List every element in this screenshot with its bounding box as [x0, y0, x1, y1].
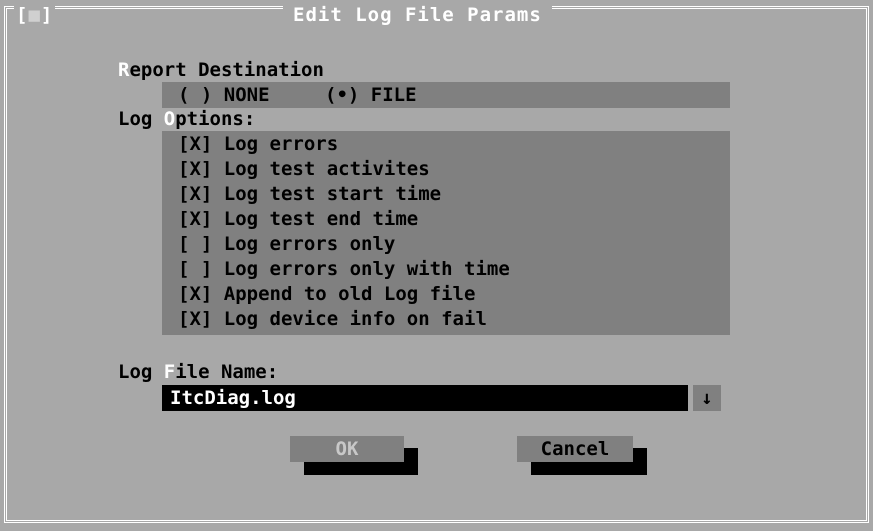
dialog-title: Edit Log File Params [283, 0, 552, 30]
checkbox-mark: [X] [178, 158, 213, 180]
checkbox-label: Log device info on fail [223, 308, 487, 330]
log-options-group: [X] Log errors [X] Log test activites [X… [162, 131, 730, 335]
close-icon: ■ [28, 4, 41, 26]
checkbox-label: Log errors only [223, 233, 396, 255]
checkbox-mark: [X] [178, 283, 213, 305]
checkbox-log-device-info-on-fail[interactable]: [X] Log device info on fail [178, 306, 487, 332]
checkbox-log-errors-only[interactable]: [ ] Log errors only [178, 231, 395, 257]
checkbox-label: Log test start time [223, 183, 442, 205]
radio-none-mark: ( ) [178, 84, 213, 106]
checkbox-label: Append to old Log file [223, 283, 476, 305]
checkbox-label: Log errors [223, 133, 339, 155]
hotkey-o: O [163, 108, 176, 130]
history-dropdown-button[interactable]: ↓ [693, 385, 721, 411]
report-destination-text: eport Destination [129, 59, 324, 81]
checkbox-log-test-start-time[interactable]: [X] Log test start time [178, 181, 441, 207]
checkbox-mark: [X] [178, 308, 213, 330]
checkbox-mark: [X] [178, 183, 213, 205]
radio-file[interactable]: (•) FILE [325, 82, 417, 108]
cancel-button[interactable]: Cancel [517, 436, 633, 462]
log-file-name-input[interactable]: ItcDiag.log [162, 385, 688, 411]
close-button[interactable]: [■] [14, 0, 56, 30]
checkbox-append-to-old-log-file[interactable]: [X] Append to old Log file [178, 281, 475, 307]
checkbox-log-errors-only-with-time[interactable]: [ ] Log errors only with time [178, 256, 510, 282]
close-bracket-right: ] [40, 4, 54, 26]
checkbox-mark: [ ] [178, 258, 213, 280]
checkbox-label: Log test activites [223, 158, 430, 180]
radio-file-mark: (•) [325, 84, 360, 106]
log-file-pre: Log [118, 361, 164, 383]
radio-none-label: NONE [223, 84, 270, 106]
radio-none[interactable]: ( ) NONE [178, 82, 270, 108]
checkbox-log-test-end-time[interactable]: [X] Log test end time [178, 206, 418, 232]
checkbox-mark: [ ] [178, 233, 213, 255]
close-bracket-left: [ [16, 4, 29, 26]
report-destination-group: ( ) NONE (•) FILE [162, 82, 730, 108]
arrow-down-icon: ↓ [701, 387, 713, 409]
log-file-name-label: Log File Name: [118, 360, 278, 384]
checkbox-log-errors[interactable]: [X] Log errors [178, 131, 338, 157]
report-destination-label: Report Destination [118, 58, 324, 82]
log-options-label: Log Options: [118, 107, 255, 131]
checkbox-mark: [X] [178, 133, 213, 155]
checkbox-label: Log test end time [223, 208, 419, 230]
log-file-text: ile Name: [175, 361, 279, 383]
checkbox-label: Log errors only with time [223, 258, 510, 280]
title-bar: [■] Edit Log File Params [0, 0, 873, 34]
hotkey-r: R [118, 59, 130, 81]
ok-button[interactable]: OK [290, 436, 404, 462]
log-options-pre: Log [118, 108, 164, 130]
checkbox-mark: [X] [178, 208, 213, 230]
checkbox-log-test-activities[interactable]: [X] Log test activites [178, 156, 430, 182]
hotkey-f: F [163, 361, 176, 383]
log-options-text: ptions: [175, 108, 256, 130]
radio-file-label: FILE [370, 84, 417, 106]
